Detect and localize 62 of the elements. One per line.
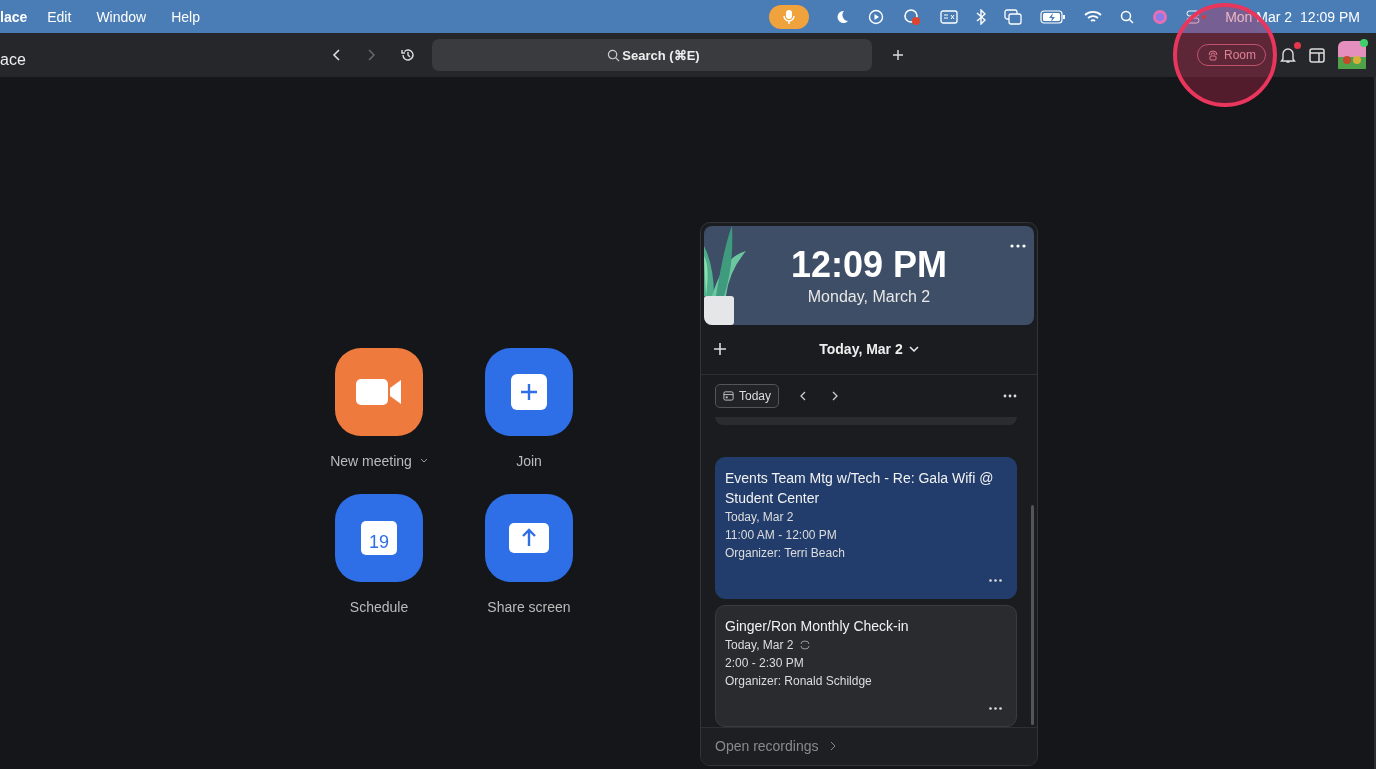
- play-icon[interactable]: [868, 8, 885, 25]
- chevron-down-icon[interactable]: [419, 458, 428, 464]
- chevron-down-icon: [908, 345, 919, 353]
- wifi-icon[interactable]: [1084, 9, 1103, 24]
- forward-icon[interactable]: [366, 48, 376, 62]
- action-button[interactable]: [485, 348, 573, 436]
- menu-item[interactable]: Edit: [47, 8, 72, 25]
- plus-icon: [511, 374, 547, 410]
- today-button[interactable]: Today: [715, 383, 780, 408]
- action-button[interactable]: [485, 494, 573, 582]
- event-card[interactable]: Ginger/Ron Monthly Check-in Today, Mar 2 2:00 - 2:30 PM Organizer: Ronald Schildge: [715, 604, 1017, 727]
- sync-icon[interactable]: [902, 7, 923, 26]
- more-icon[interactable]: [989, 706, 1002, 710]
- bluetooth-icon[interactable]: [976, 8, 987, 25]
- day-picker[interactable]: Today, Mar 2: [813, 340, 925, 359]
- action-button[interactable]: 19: [335, 494, 423, 582]
- clock-time: 12:09 PM: [790, 244, 948, 286]
- calendar-icon: [723, 390, 734, 402]
- event-date: Today, Mar 2: [725, 636, 794, 654]
- action-label: New meeting: [330, 453, 412, 469]
- keyboard-icon[interactable]: [940, 9, 959, 24]
- event-time: 2:00 - 2:30 PM: [725, 654, 805, 672]
- next-icon[interactable]: [831, 390, 840, 401]
- previous-icon[interactable]: [799, 390, 808, 401]
- event-card[interactable]: Events Team Mtg w/Tech - Re: Gala Wifi @ Student Center Today, Mar 2 11:00 AM - 12:00 PM Organizer: Terri Beach: [715, 456, 1017, 599]
- event-title: Ginger/Ron Monthly Check-in: [725, 616, 910, 636]
- clock-date: Monday, March 2: [807, 288, 931, 306]
- action-button[interactable]: [335, 348, 423, 436]
- more-icon[interactable]: [1010, 244, 1026, 248]
- event-title: Events Team Mtg w/Tech - Re: Gala Wifi @ Student Center: [725, 468, 995, 508]
- search-icon: [607, 49, 620, 62]
- calendar-date-icon: 19: [361, 521, 397, 555]
- calendar-icon[interactable]: [1308, 46, 1326, 64]
- room-icon: [1207, 49, 1219, 61]
- history-icon[interactable]: [400, 47, 416, 63]
- action-label: Share screen: [487, 599, 571, 615]
- microphone-indicator[interactable]: [769, 4, 810, 29]
- chevron-right-icon: [828, 741, 836, 752]
- battery-icon[interactable]: [1040, 9, 1067, 24]
- back-icon[interactable]: [332, 48, 342, 62]
- window-title: ace: [0, 51, 27, 69]
- more-icon[interactable]: [989, 578, 1002, 582]
- windows-icon[interactable]: [1004, 8, 1023, 25]
- search-field[interactable]: Search (⌘E): [432, 39, 872, 71]
- event-organizer: Organizer: Ronald Schildge: [725, 672, 873, 690]
- add-icon[interactable]: [892, 49, 904, 61]
- menu-item[interactable]: Help: [171, 8, 200, 25]
- bell-icon[interactable]: [1280, 46, 1296, 64]
- app-menu[interactable]: lace: [0, 8, 28, 25]
- event-organizer: Organizer: Terri Beach: [725, 544, 846, 562]
- menu-item[interactable]: Window: [96, 8, 147, 25]
- add-icon[interactable]: [713, 342, 727, 357]
- menu-bar-time[interactable]: 12:09 PM: [1300, 8, 1360, 25]
- search-icon[interactable]: [1120, 9, 1135, 24]
- action-label: Schedule: [349, 599, 409, 615]
- control-center-icon[interactable]: [1186, 9, 1209, 24]
- event-date: Today, Mar 2: [725, 508, 794, 526]
- open-recordings-link[interactable]: Open recordings: [715, 738, 836, 755]
- video-camera-icon: [356, 378, 402, 406]
- action-label: Join: [516, 453, 542, 469]
- more-icon[interactable]: [1003, 393, 1017, 398]
- event-time: 11:00 AM - 12:00 PM: [725, 526, 838, 544]
